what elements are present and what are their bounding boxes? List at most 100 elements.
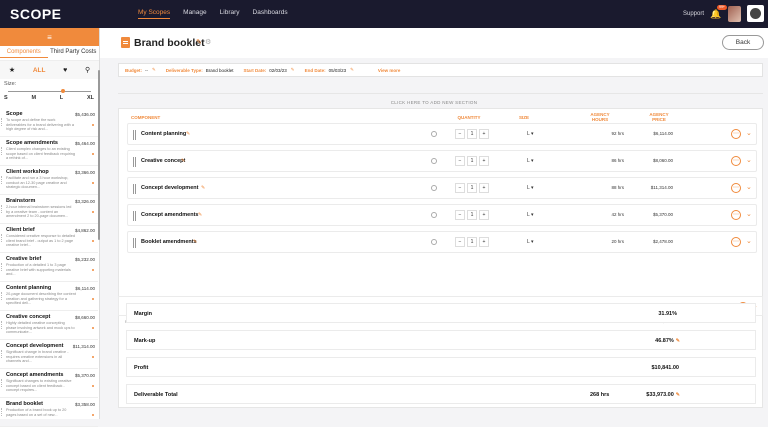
tab-third-party-costs[interactable]: Third Party Costs — [48, 49, 99, 57]
sidebar-component[interactable]: Concept amendments $5,370.00 Significant c… — [0, 369, 98, 398]
drag-handle-icon[interactable] — [133, 211, 136, 221]
collapse-icon[interactable]: ≡ — [47, 33, 52, 42]
quantity-value[interactable]: 1 — [467, 129, 477, 139]
nav-manage[interactable]: Manage — [183, 9, 207, 19]
drag-handle-icon[interactable] — [1, 379, 3, 387]
app-logo[interactable]: SCOPE — [10, 6, 62, 22]
size-select[interactable]: L ▾ — [527, 212, 534, 218]
options-icon[interactable]: ⋯ — [731, 156, 741, 166]
size-select[interactable]: L ▾ — [527, 158, 534, 164]
drag-handle-icon[interactable] — [1, 263, 3, 271]
tab-components[interactable]: Components — [0, 49, 48, 58]
search-icon[interactable]: ⚲ — [85, 66, 90, 74]
decrement-button[interactable]: − — [455, 183, 465, 193]
increment-button[interactable]: + — [479, 183, 489, 193]
clock-icon[interactable] — [431, 212, 437, 218]
edit-row-icon[interactable]: ✎ — [193, 239, 197, 245]
edit-row-icon[interactable]: ✎ — [181, 158, 185, 164]
quantity-value[interactable]: 1 — [467, 156, 477, 166]
sidebar-component[interactable]: Scope amendments $5,464.00 Client complex … — [0, 137, 98, 166]
edit-row-icon[interactable]: ✎ — [198, 212, 202, 218]
drag-handle-icon[interactable] — [133, 130, 136, 140]
quantity-value[interactable]: 1 — [467, 237, 477, 247]
filter-all[interactable]: ALL — [33, 67, 46, 74]
expand-chevron-icon[interactable]: ⌄ — [746, 129, 752, 137]
edit-end-icon[interactable]: ✎ — [350, 67, 354, 73]
support-link[interactable]: Support — [683, 11, 704, 17]
drag-handle-icon[interactable] — [1, 234, 3, 242]
size-l[interactable]: L — [60, 95, 63, 101]
drag-handle-icon[interactable] — [133, 184, 136, 194]
size-slider-handle[interactable] — [61, 89, 65, 93]
nav-dashboards[interactable]: Dashboards — [253, 9, 288, 19]
edit-row-icon[interactable]: ✎ — [201, 185, 205, 191]
sidebar-component[interactable]: Client brief $4,862.00 Considered creative… — [0, 224, 98, 253]
edit-total-icon[interactable]: ✎ — [676, 392, 680, 398]
sidebar-component[interactable]: Creative concept $8,660.00 Highly detailed… — [0, 311, 98, 340]
drag-handle-icon[interactable] — [1, 118, 3, 126]
increment-button[interactable]: + — [479, 237, 489, 247]
company-avatar[interactable] — [747, 5, 764, 22]
nav-my-scopes[interactable]: My Scopes — [138, 9, 171, 19]
star-icon[interactable]: ★ — [9, 66, 15, 74]
edit-row-icon[interactable]: ✎ — [186, 131, 190, 137]
sidebar-component[interactable]: Brand booklet $3,358.00 Production of a br… — [0, 398, 98, 427]
decrement-button[interactable]: − — [455, 237, 465, 247]
drag-handle-icon[interactable] — [1, 292, 3, 300]
drag-handle-icon[interactable] — [133, 238, 136, 248]
drag-handle-icon[interactable] — [1, 408, 3, 416]
size-select[interactable]: L ▾ — [527, 239, 534, 245]
size-select[interactable]: L ▾ — [527, 185, 534, 191]
clock-icon[interactable] — [431, 158, 437, 164]
sidebar-component[interactable]: Client workshop $3,366.00 Facilitate and r… — [0, 166, 98, 195]
back-button[interactable]: Back — [722, 35, 764, 50]
clock-icon[interactable] — [431, 239, 437, 245]
expand-chevron-icon[interactable]: ⌄ — [746, 210, 752, 218]
decrement-button[interactable]: − — [455, 210, 465, 220]
expand-chevron-icon[interactable]: ⌄ — [746, 183, 752, 191]
expand-chevron-icon[interactable]: ⌄ — [746, 156, 752, 164]
drag-handle-icon[interactable] — [1, 350, 3, 358]
bell-icon[interactable]: 🔔 99+ — [710, 4, 727, 20]
options-icon[interactable]: ⋯ — [731, 237, 741, 247]
drag-handle-icon[interactable] — [1, 176, 3, 184]
sidebar-component[interactable]: Scope $5,436.00 To scope and define the wo… — [0, 108, 98, 137]
edit-markup-icon[interactable]: ✎ — [676, 338, 680, 344]
increment-button[interactable]: + — [479, 156, 489, 166]
size-m[interactable]: M — [31, 95, 36, 101]
edit-start-icon[interactable]: ✎ — [291, 67, 295, 73]
decrement-button[interactable]: − — [455, 156, 465, 166]
expand-chevron-icon[interactable]: ⌄ — [746, 237, 752, 245]
drag-handle-icon[interactable] — [1, 205, 3, 213]
quantity-value[interactable]: 1 — [467, 210, 477, 220]
heart-icon[interactable]: ♥ — [63, 67, 67, 74]
drag-handle-icon[interactable] — [1, 147, 3, 155]
options-icon[interactable]: ⋯ — [731, 129, 741, 139]
nav-library[interactable]: Library — [220, 9, 240, 19]
sidebar-component[interactable]: Creative brief $5,232.00 Production of a d… — [0, 253, 98, 282]
sidebar-component[interactable]: Brainstorm $3,326.00 2-hour internal brain… — [0, 195, 98, 224]
view-more-link[interactable]: View more — [378, 68, 400, 73]
size-s[interactable]: S — [4, 95, 8, 101]
sidebar-component[interactable]: Content planning $6,114.00 20-page documen… — [0, 282, 98, 311]
decrement-button[interactable]: − — [455, 129, 465, 139]
user-avatar[interactable] — [728, 5, 741, 22]
increment-button[interactable]: + — [479, 210, 489, 220]
edit-title-icon[interactable]: ✎ — [196, 38, 202, 46]
add-section-link[interactable]: CLICK HERE TO ADD NEW SECTION — [100, 100, 768, 105]
size-select[interactable]: L ▾ — [527, 131, 534, 137]
increment-button[interactable]: + — [479, 129, 489, 139]
options-icon[interactable]: ⋯ — [731, 183, 741, 193]
size-slider[interactable] — [8, 87, 91, 95]
settings-icon[interactable]: ⚙ — [205, 38, 211, 46]
size-xl[interactable]: XL — [87, 95, 94, 101]
drag-handle-icon[interactable] — [133, 157, 136, 167]
sidebar-component[interactable]: Concept development $11,314.00 Significant… — [0, 340, 98, 369]
quantity-value[interactable]: 1 — [467, 183, 477, 193]
edit-budget-icon[interactable]: ✎ — [152, 67, 156, 73]
options-icon[interactable]: ⋯ — [731, 210, 741, 220]
clock-icon[interactable] — [431, 131, 437, 137]
drag-handle-icon[interactable] — [1, 321, 3, 329]
sidebar-header[interactable]: ≡ — [0, 28, 99, 46]
clock-icon[interactable] — [431, 185, 437, 191]
